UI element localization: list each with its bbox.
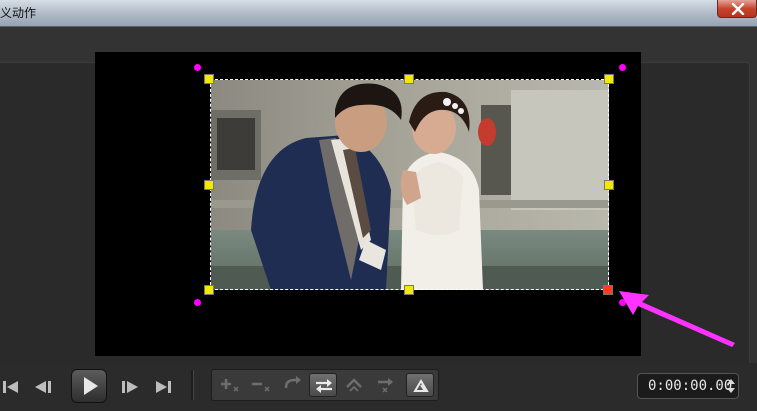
resize-handle-left[interactable]: [204, 180, 214, 190]
play-icon: [84, 377, 98, 395]
add-keyframe-icon: [221, 379, 239, 392]
reverse-button[interactable]: [278, 373, 306, 397]
remove-keyframe-icon: [252, 382, 270, 392]
rotate-button[interactable]: [406, 373, 434, 397]
toolbar-separator: [191, 370, 194, 400]
resize-handle-bottom-left[interactable]: [204, 285, 214, 295]
resize-handle-top[interactable]: [404, 74, 414, 84]
window-title: 义动作: [0, 6, 37, 20]
go-to-end-button[interactable]: [152, 376, 176, 398]
swap-arrows-icon: [316, 379, 332, 393]
move-left-button[interactable]: [340, 373, 368, 397]
resize-handle-right[interactable]: [604, 180, 614, 190]
swap-path-button[interactable]: [309, 373, 337, 397]
rotate-handle-bottom-left[interactable]: [194, 299, 201, 306]
timecode-value: 0:00:00.00: [648, 378, 733, 394]
spinner-arrows-icon[interactable]: [726, 377, 736, 395]
close-icon: [731, 3, 745, 15]
rotate-handle-top-right[interactable]: [619, 64, 626, 71]
skip-end-icon: [156, 381, 171, 393]
rotate-handle-top-left[interactable]: [194, 64, 201, 71]
play-button[interactable]: [71, 369, 107, 403]
skip-start-icon: [3, 381, 18, 393]
close-button[interactable]: [717, 0, 757, 18]
move-right-icon: [378, 378, 393, 393]
pointer-arrow-icon: [619, 291, 735, 347]
resize-handle-bottom-right[interactable]: [603, 285, 613, 295]
resize-handle-top-right[interactable]: [604, 74, 614, 84]
step-back-icon: [35, 381, 51, 393]
move-right-button[interactable]: [371, 373, 399, 397]
title-bar: 义动作: [0, 0, 757, 27]
reverse-icon: [284, 376, 301, 389]
step-forward-icon: [122, 381, 138, 393]
rotate-icon: [413, 379, 429, 392]
move-left-icon: [346, 378, 362, 392]
motion-toolbar: [211, 369, 439, 401]
resize-handle-bottom[interactable]: [404, 285, 414, 295]
timecode-field[interactable]: 0:00:00.00: [637, 373, 739, 399]
go-to-start-button[interactable]: [0, 376, 24, 398]
selection-frame[interactable]: [210, 79, 609, 290]
previous-frame-button[interactable]: [32, 376, 56, 398]
add-keyframe-button[interactable]: [216, 373, 244, 397]
next-frame-button[interactable]: [119, 376, 143, 398]
resize-handle-top-left[interactable]: [204, 74, 214, 84]
remove-keyframe-button[interactable]: [247, 373, 275, 397]
